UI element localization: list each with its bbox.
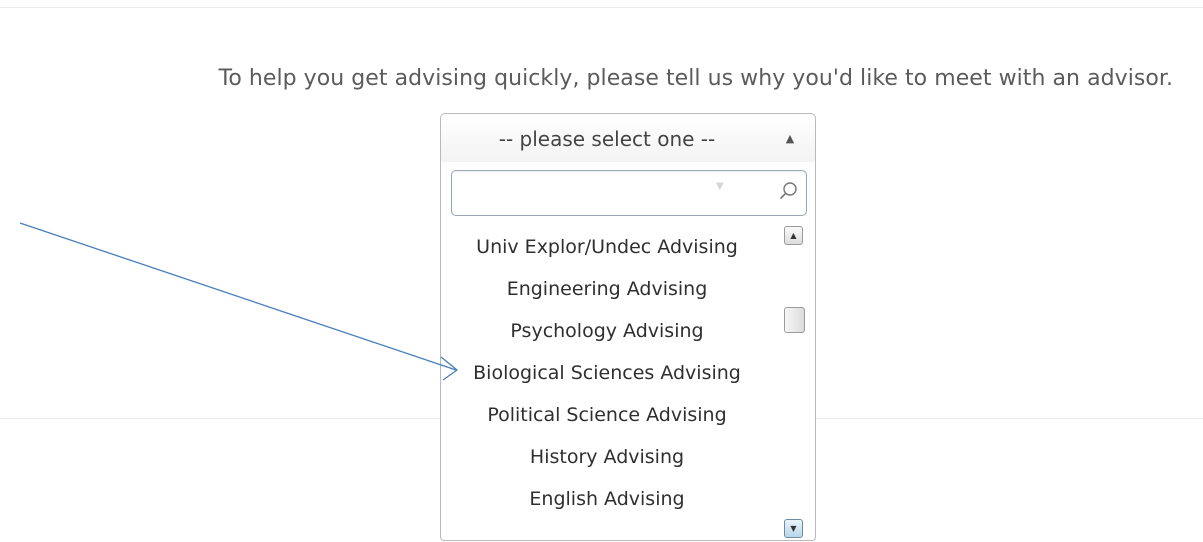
advising-reason-select[interactable]: -- please select one -- ▲ [440,113,816,163]
caret-down-icon: ▼ [716,181,724,192]
option-item[interactable]: English Advising [443,478,771,520]
option-item[interactable]: Psychology Advising [443,310,771,352]
options-scrollbar[interactable]: ▲ ▼ [784,226,805,538]
scroll-down-icon[interactable]: ▼ [784,519,803,538]
search-input[interactable] [452,171,752,215]
option-item[interactable]: Engineering Advising [443,268,771,310]
advising-prompt: To help you get advising quickly, please… [218,66,1173,91]
dropdown-panel: ▼ Univ Explor/Undec Advising Engineering… [440,162,816,541]
scroll-thumb[interactable] [784,307,805,333]
option-item[interactable]: History Advising [443,436,771,478]
option-item[interactable]: Biological Sciences Advising [443,352,771,394]
caret-up-icon: ▲ [785,132,795,145]
scroll-up-icon[interactable]: ▲ [784,226,803,245]
search-field-wrapper: ▼ [451,170,807,216]
option-item[interactable]: Political Science Advising [443,394,771,436]
search-icon [780,182,797,199]
option-item[interactable]: Univ Explor/Undec Advising [443,226,771,268]
select-value: -- please select one -- [498,126,716,151]
options-list: Univ Explor/Undec Advising Engineering A… [443,226,771,536]
